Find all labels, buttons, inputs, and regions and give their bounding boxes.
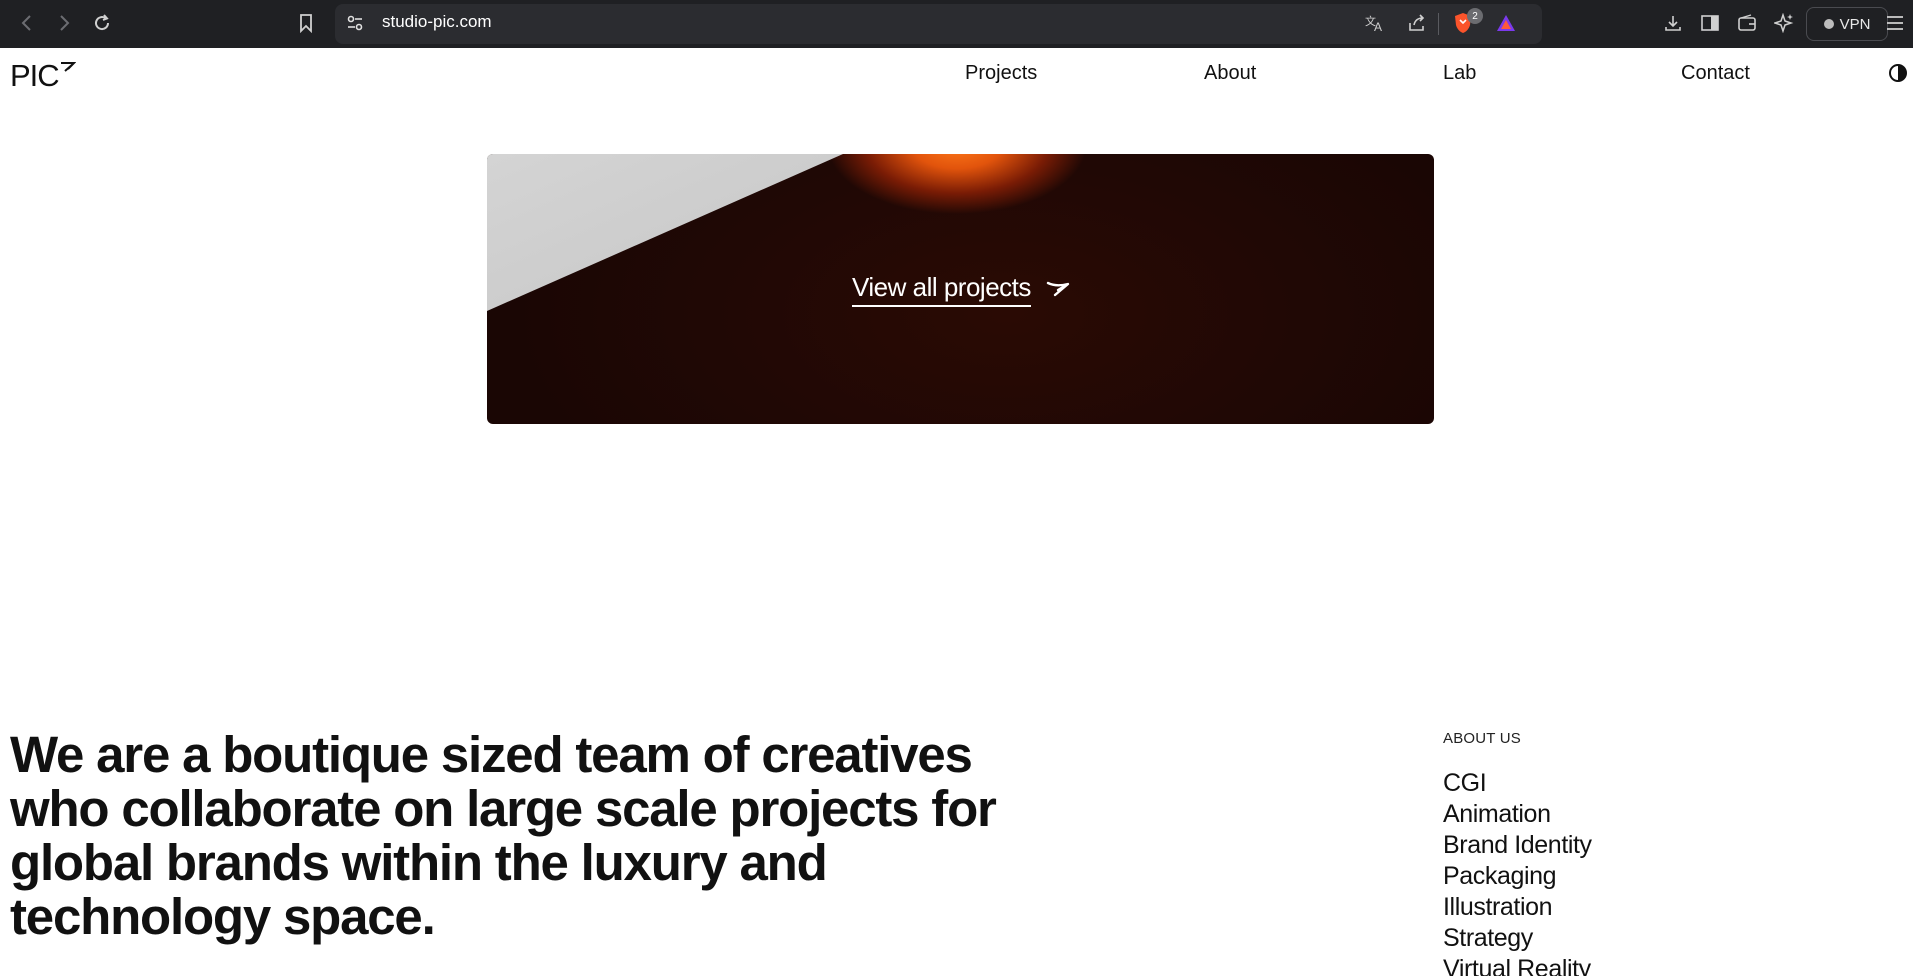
url-text[interactable]: studio-pic.com	[382, 12, 492, 32]
brave-rewards-icon[interactable]	[1493, 10, 1519, 36]
share-icon[interactable]	[1404, 10, 1430, 36]
address-bar[interactable]	[335, 4, 1542, 44]
site-settings-icon[interactable]	[342, 10, 368, 36]
nav-about[interactable]: About	[1204, 62, 1256, 85]
nav-contact[interactable]: Contact	[1681, 62, 1750, 85]
service-item: CGI	[1443, 769, 1487, 797]
reload-icon[interactable]	[89, 10, 115, 36]
view-all-projects-link[interactable]: View all projects	[852, 272, 1031, 307]
contrast-icon[interactable]	[1888, 63, 1908, 88]
arrow-right-icon[interactable]	[1046, 280, 1070, 303]
nav-lab[interactable]: Lab	[1443, 62, 1476, 85]
services-list: CGI Animation Brand Identity Packaging I…	[1443, 768, 1592, 976]
shields-count-badge: 2	[1467, 8, 1483, 24]
service-item: Packaging	[1443, 862, 1557, 890]
service-item: Strategy	[1443, 924, 1533, 952]
service-item: Animation	[1443, 800, 1551, 828]
toolbar-divider	[1438, 13, 1439, 35]
about-us-label: ABOUT US	[1443, 730, 1522, 747]
translate-icon[interactable]: 文A	[1362, 10, 1388, 36]
sidebar-icon[interactable]	[1697, 10, 1723, 36]
vpn-label: VPN	[1839, 15, 1871, 33]
svg-text:A: A	[1374, 20, 1382, 33]
vpn-status-icon	[1823, 19, 1834, 29]
service-item: Illustration	[1443, 893, 1553, 921]
menu-icon[interactable]	[1882, 10, 1908, 36]
back-icon[interactable]	[14, 10, 40, 36]
wallet-icon[interactable]	[1734, 10, 1760, 36]
nav-projects[interactable]: Projects	[965, 62, 1037, 85]
leo-ai-icon[interactable]	[1771, 10, 1797, 36]
forward-icon[interactable]	[51, 10, 77, 36]
site-logo[interactable]: PIC	[10, 58, 60, 94]
about-intro-heading: We are a boutique sized team of creative…	[10, 726, 997, 945]
vpn-button[interactable]: VPN	[1806, 7, 1888, 41]
service-item: Brand Identity	[1443, 831, 1592, 859]
browser-toolbar: studio-pic.com 文A 2 VPN	[0, 0, 1913, 48]
service-item: Virtual Reality	[1443, 955, 1591, 976]
logo-arrow-icon	[60, 60, 77, 78]
downloads-icon[interactable]	[1660, 10, 1686, 36]
bookmark-icon[interactable]	[293, 10, 319, 36]
